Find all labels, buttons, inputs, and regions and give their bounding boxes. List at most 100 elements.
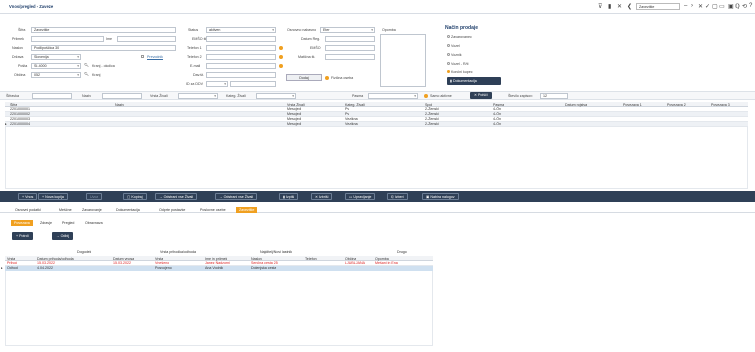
izpisi-button[interactable]: ▮ Izpiši bbox=[279, 193, 299, 200]
title-bar: Vnos/pregled - Zaveze ⊽ ▮ ✕ ❮ Zavezište … bbox=[0, 0, 755, 14]
drzava-label: Država bbox=[12, 55, 24, 59]
datum-input[interactable] bbox=[325, 36, 375, 42]
next-icon[interactable]: › bbox=[691, 3, 693, 9]
tab-odprte[interactable]: Odprte postavke bbox=[156, 207, 188, 213]
filter-sifra-label: Šifravka bbox=[6, 94, 19, 98]
posta-label: Pošta bbox=[18, 64, 28, 68]
window-title: Vnos/pregled - Zaveze bbox=[9, 4, 54, 9]
prev-icon[interactable]: – bbox=[684, 3, 687, 9]
potrdi-button[interactable]: + Potrdi bbox=[12, 232, 33, 240]
naslov-label: Naslov bbox=[12, 46, 23, 50]
filter-naziv-input[interactable] bbox=[102, 93, 142, 99]
subtab-obravnava[interactable]: Obravnava bbox=[82, 220, 106, 226]
drzava-select[interactable]: Slovenija bbox=[31, 54, 81, 60]
posta-select[interactable]: SI-4000 bbox=[31, 63, 81, 69]
obcina-label: Občina bbox=[14, 73, 26, 77]
tab-poslovne[interactable]: Poslovne osebe bbox=[197, 207, 229, 213]
izberi-button[interactable]: ℚ Izberi bbox=[387, 193, 408, 200]
davcna-input[interactable] bbox=[206, 72, 276, 78]
filter-pasma-select[interactable] bbox=[368, 93, 418, 99]
nacin-select[interactable]: Eter bbox=[320, 27, 375, 33]
telefon2-input[interactable] bbox=[206, 54, 276, 60]
nacin-option-2[interactable]: Voznik bbox=[447, 53, 462, 57]
filter-kateg-select[interactable] bbox=[256, 93, 296, 99]
tab-osnovni[interactable]: Osnovni podatki bbox=[12, 207, 44, 213]
maticna-input[interactable] bbox=[325, 54, 375, 60]
filter-sifra-input[interactable] bbox=[32, 93, 72, 99]
telefon-input[interactable] bbox=[206, 45, 276, 51]
filter-vrsta-label: Vrsta Živali bbox=[150, 94, 168, 98]
print-icon[interactable]: ▣ bbox=[728, 3, 734, 10]
prevod-link[interactable]: Prevodnik bbox=[147, 55, 163, 59]
email-input[interactable] bbox=[206, 63, 276, 69]
telefon-label: Telefon 1 bbox=[187, 46, 202, 50]
uvoz-button[interactable]: Uvoz bbox=[86, 193, 103, 200]
filter-pasma-label: Pasma bbox=[352, 94, 364, 98]
dodaj-button[interactable]: Dodaj bbox=[286, 74, 322, 81]
copy-icon[interactable]: ▢ bbox=[712, 3, 718, 10]
davcna-label: Dav.št. bbox=[193, 73, 204, 77]
ddv-input[interactable] bbox=[230, 81, 276, 87]
stevilo-label: Število zapisov: bbox=[508, 94, 533, 98]
nacin-title: Način prodaje bbox=[445, 25, 479, 31]
sifra-input[interactable]: Zavezište bbox=[31, 27, 176, 33]
obcina-select[interactable]: 052 bbox=[31, 72, 81, 78]
tab-mescne[interactable]: Meščne bbox=[56, 207, 75, 213]
action-toolbar bbox=[0, 191, 755, 202]
tab-zavezisce[interactable]: Zavezište bbox=[236, 207, 258, 213]
poisci-button[interactable]: ✕ Poišči bbox=[470, 92, 492, 99]
nabira-button[interactable]: ▣ Nabira nalogov bbox=[422, 193, 459, 200]
prevod-checkbox[interactable] bbox=[141, 55, 144, 58]
nacin-option-3[interactable]: Vozel - R/ti bbox=[447, 62, 468, 66]
tab-zavarovanje[interactable]: Zavarovanje bbox=[79, 207, 105, 213]
opomba-textarea[interactable] bbox=[380, 34, 426, 87]
fizicna-label: Fizična oseba bbox=[331, 76, 354, 80]
filter-icon[interactable]: ⊽ bbox=[598, 3, 602, 10]
upravljanje-button[interactable]: ▭ Upravljanje bbox=[345, 193, 376, 200]
subtab-povezava[interactable]: Povezava bbox=[11, 220, 33, 226]
nacin-option-0[interactable]: Zavarovanec bbox=[447, 35, 472, 39]
ime-label: Ime bbox=[106, 37, 112, 41]
vnos-button[interactable]: + Vnos bbox=[18, 193, 38, 200]
ime-input[interactable] bbox=[117, 36, 176, 42]
trash-icon[interactable]: ▮ bbox=[608, 3, 611, 10]
ddv-label: ID za DDV bbox=[186, 82, 203, 86]
naslov-input[interactable]: Podlipoščica 30 bbox=[31, 45, 176, 51]
odstrani-vse-button[interactable]: → Odstrani vse Živali bbox=[155, 193, 198, 200]
izbrisi-button[interactable]: ✕ Izbriši bbox=[311, 193, 333, 200]
nacin-option-4[interactable]: Končni kupec bbox=[447, 70, 473, 74]
zoom-icon[interactable]: ℚ bbox=[735, 3, 740, 10]
telefon2-dot-icon bbox=[279, 55, 283, 59]
status-select[interactable]: aktiven bbox=[206, 27, 276, 33]
posta-search-icon[interactable]: 🔍︎ bbox=[84, 63, 89, 67]
emso-input[interactable] bbox=[206, 36, 276, 42]
samo-aktivne-dot-icon[interactable] bbox=[424, 94, 428, 98]
nova-kopija-button[interactable]: + Nova kopija bbox=[38, 193, 68, 200]
nacin-option-1[interactable]: Vozel bbox=[447, 44, 460, 48]
row-pointer-icon: ▸ bbox=[5, 122, 7, 126]
back-icon[interactable]: ❮ bbox=[627, 3, 632, 10]
subtab-pregled[interactable]: Pregled bbox=[59, 220, 77, 226]
tab-dokumentacija[interactable]: Dokumentacija bbox=[113, 207, 143, 213]
telefon2-label: Telefon 2 bbox=[187, 55, 202, 59]
sifra-label: Šifra bbox=[18, 28, 26, 32]
obcina-search-icon[interactable]: 🔍︎ bbox=[84, 72, 89, 76]
filter-vrsta-select[interactable] bbox=[178, 93, 218, 99]
kopiraj-button[interactable]: ▢ Kopiraj bbox=[123, 193, 147, 200]
check-icon[interactable]: ✓ bbox=[705, 3, 710, 10]
odstrani-vse-2-button[interactable]: → Odstrani vse Živali bbox=[215, 193, 258, 200]
subtab-zdravje[interactable]: Zdravje bbox=[37, 220, 55, 226]
window-icon[interactable]: ▭ bbox=[719, 3, 725, 10]
close-icon[interactable]: ✕ bbox=[617, 3, 622, 10]
posta-name: Kranj - okolica bbox=[92, 64, 115, 68]
odbij-button[interactable]: → Odbij bbox=[52, 232, 73, 240]
last-icon[interactable]: ✕ bbox=[698, 3, 703, 10]
priimek-input[interactable] bbox=[31, 36, 104, 42]
help-icon[interactable]: ? bbox=[749, 3, 752, 9]
priimek-label: Priimek bbox=[12, 37, 24, 41]
refresh-icon[interactable]: ⟲ bbox=[742, 3, 747, 10]
dokumentacija-button[interactable]: ▮ Dokumentacija bbox=[447, 77, 501, 85]
embo-input[interactable] bbox=[325, 45, 375, 51]
zoom-select[interactable]: Zavezište bbox=[636, 3, 680, 10]
ddv-select[interactable] bbox=[206, 81, 228, 87]
